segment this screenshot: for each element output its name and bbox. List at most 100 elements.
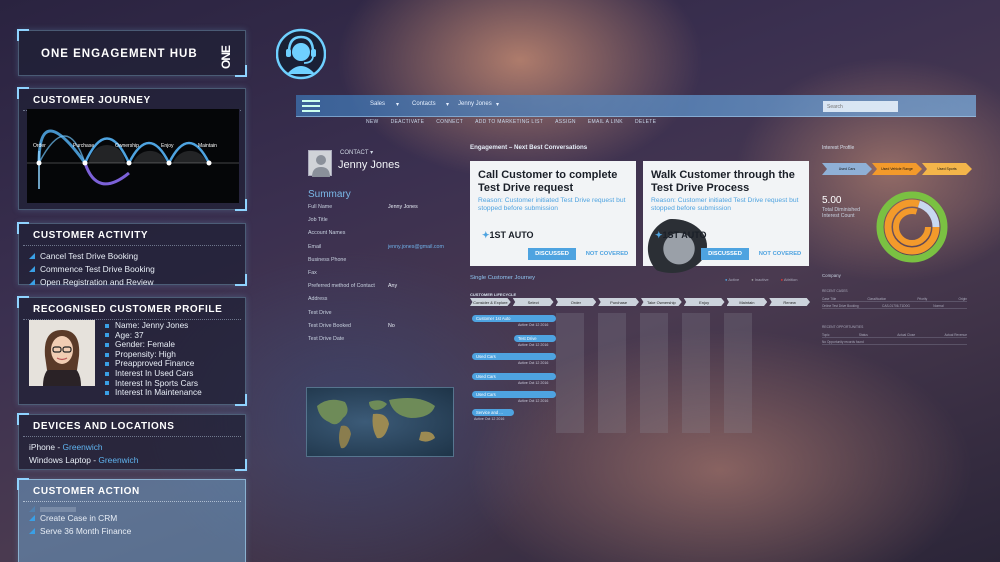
- field-row: Full Name Jenny Jones: [308, 204, 456, 217]
- journey-event-date: Active Oct 12 2016: [518, 361, 549, 365]
- field-row: Test Drive Date: [308, 336, 456, 349]
- bullet-icon: [105, 342, 109, 347]
- cmd-connect-button[interactable]: CONNECT: [436, 119, 463, 125]
- customer-activity-title: CUSTOMER ACTIVITY: [23, 224, 241, 246]
- lifecycle-stage[interactable]: Select: [512, 298, 554, 306]
- bullet-icon: [105, 390, 109, 395]
- legend-attrition: ● Attrition: [780, 277, 798, 282]
- menu-icon[interactable]: [302, 100, 320, 112]
- crm-nav-bar: Sales ▾ Contacts ▾ Jenny Jones ▾: [296, 95, 976, 117]
- customer-profile-panel: RECOGNISED CUSTOMER PROFILE Name: Jenny …: [17, 296, 247, 406]
- activity-item-label: Commence Test Drive Booking: [40, 263, 155, 274]
- not-covered-button[interactable]: NOT COVERED: [755, 248, 805, 260]
- engagement-title: Engagement – Next Best Conversations: [470, 144, 588, 151]
- journey-event[interactable]: Customer 1st Auto: [472, 315, 556, 322]
- triangle-bullet-icon: [29, 253, 35, 260]
- activity-list: Cancel Test Drive Booking Commence Test …: [19, 246, 245, 292]
- customer-profile-title: RECOGNISED CUSTOMER PROFILE: [23, 298, 241, 320]
- field-label: Test Drive Booked: [308, 322, 351, 329]
- cmd-add-marketing-button[interactable]: ADD TO MARKETING LIST: [475, 119, 543, 125]
- triangle-bullet-icon: [29, 506, 35, 512]
- nav-crumb-contact[interactable]: Jenny Jones: [458, 101, 492, 107]
- customer-action-title: CUSTOMER ACTION: [23, 480, 241, 502]
- cmd-new-button[interactable]: NEW: [366, 119, 379, 125]
- field-value[interactable]: Jenny Jones: [388, 204, 418, 210]
- stage-column: [724, 313, 752, 433]
- chevron-down-icon[interactable]: ▾: [396, 101, 399, 108]
- brand-logo: ✦1ST AUTO: [482, 230, 534, 241]
- customer-action-panel: CUSTOMER ACTION Create Case in CRM Serve…: [17, 478, 246, 562]
- triangle-bullet-icon: [29, 266, 35, 273]
- discussed-button[interactable]: DISCUSSED: [528, 248, 576, 260]
- activity-item-label: Cancel Test Drive Booking: [40, 251, 139, 261]
- lifecycle-stage[interactable]: Consider & Explore: [470, 298, 511, 306]
- action-item-label: Serve 36 Month Finance: [40, 525, 132, 536]
- journey-stage-label: Purchase: [73, 143, 94, 149]
- lifecycle-stage[interactable]: Enjoy: [683, 298, 725, 306]
- one-logo: ONE: [219, 45, 233, 69]
- journey-event-date: Active Oct 12 2016: [474, 417, 505, 421]
- device-location: Greenwich: [62, 442, 103, 452]
- nav-crumb-contacts[interactable]: Contacts: [412, 101, 436, 107]
- interest-chevron[interactable]: Used Sports: [922, 163, 972, 175]
- bullet-icon: [105, 371, 109, 376]
- field-label: Test Drive Date: [308, 335, 345, 342]
- next-best-conversation-card[interactable]: Call Customer to complete Test Drive req…: [470, 161, 636, 266]
- lifecycle-stage[interactable]: Renew: [769, 298, 810, 306]
- journey-event[interactable]: Test Drive: [514, 335, 556, 342]
- triangle-bullet-icon: [29, 515, 35, 522]
- interest-chevron[interactable]: Used Vehicle Range: [872, 163, 922, 175]
- not-covered-button[interactable]: NOT COVERED: [582, 248, 632, 260]
- interest-score: 5.00: [822, 195, 842, 206]
- field-value[interactable]: No: [388, 323, 395, 329]
- journey-event[interactable]: Used Cars: [472, 391, 556, 398]
- opportunities-header: Topic Status Actual Close Actual Revenue: [822, 333, 967, 338]
- world-map: [306, 387, 454, 457]
- contact-type-selector[interactable]: CONTACT ▾: [340, 149, 373, 156]
- device-location: Greenwich: [98, 455, 139, 465]
- lifecycle-stage[interactable]: Order: [555, 298, 597, 306]
- bullet-icon: [105, 362, 109, 367]
- single-customer-journey: Single Customer Journey ● Active ● Inact…: [470, 275, 810, 465]
- journey-event-date: Active Oct 12 2016: [518, 381, 549, 385]
- field-label: Test Drive: [308, 309, 332, 316]
- journey-event[interactable]: Service and ...: [472, 409, 514, 416]
- list-item[interactable]: Serve 36 Month Finance: [29, 525, 235, 538]
- lifecycle-stage[interactable]: Take Ownership: [641, 298, 682, 306]
- field-row: Business Phone: [308, 257, 456, 270]
- table-row[interactable]: Online Test Drive Booking CAS-01706-T1D0G…: [822, 304, 967, 309]
- discussed-button[interactable]: DISCUSSED: [701, 248, 749, 260]
- nav-crumb-sales[interactable]: Sales: [370, 101, 385, 107]
- journey-event[interactable]: Used Cars: [472, 373, 556, 380]
- field-value[interactable]: Any: [388, 283, 397, 289]
- world-map-icon: [317, 398, 435, 449]
- brand-mark-icon: ✦: [482, 230, 490, 240]
- list-item: Open Registration and Review: [29, 276, 235, 289]
- search-input[interactable]: [823, 101, 898, 112]
- cmd-delete-button[interactable]: DELETE: [635, 119, 656, 125]
- list-item: Windows Laptop - Greenwich: [29, 455, 139, 465]
- list-item: iPhone - Greenwich: [29, 442, 103, 452]
- chevron-down-icon[interactable]: ▾: [496, 101, 499, 108]
- cmd-email-link-button[interactable]: EMAIL A LINK: [588, 119, 623, 125]
- chevron-down-icon[interactable]: ▾: [446, 101, 449, 108]
- device-list: iPhone - Greenwich Windows Laptop - Gree…: [19, 437, 245, 471]
- recent-opportunities-title: RECENT OPPORTUNITIES: [822, 325, 864, 329]
- journey-legend: ● Active ● Inactive ● Attrition: [725, 277, 797, 282]
- field-row: Email jenny.jones@gmail.com: [308, 244, 456, 257]
- cmd-assign-button[interactable]: ASSIGN: [555, 119, 576, 125]
- lifecycle-stage[interactable]: Purchase: [598, 298, 639, 306]
- stage-column: [640, 313, 668, 433]
- interest-chevron[interactable]: Used Cars: [822, 163, 872, 175]
- contact-type-label: CONTACT: [340, 150, 369, 156]
- profile-attributes: Name: Jenny Jones Age: 37 Gender: Female…: [105, 320, 202, 398]
- cmd-deactivate-button[interactable]: DEACTIVATE: [391, 119, 425, 125]
- lifecycle-stage[interactable]: Maintain: [726, 298, 768, 306]
- card-reason: Reason: Customer initiated Test Drive re…: [478, 197, 626, 213]
- legend-active: ● Active: [725, 277, 740, 282]
- field-label: Email: [308, 243, 322, 250]
- list-item[interactable]: Create Case in CRM: [29, 512, 235, 525]
- email-link[interactable]: jenny.jones@gmail.com: [388, 244, 444, 250]
- next-best-conversation-card[interactable]: Walk Customer through the Test Drive Pro…: [637, 161, 809, 273]
- journey-event[interactable]: Used Cars: [472, 353, 556, 360]
